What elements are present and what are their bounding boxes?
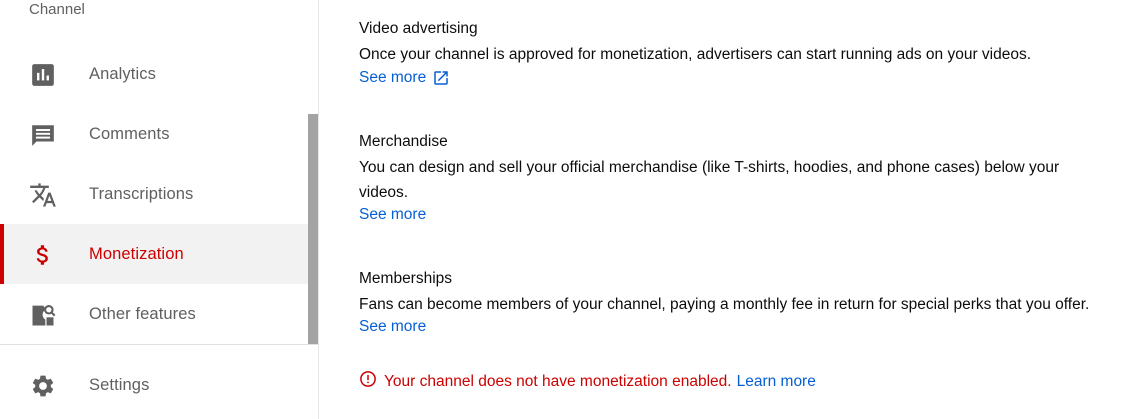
sidebar-item-comments[interactable]: Comments: [0, 104, 308, 164]
sidebar-item-other-features[interactable]: Other features: [0, 284, 308, 344]
active-indicator: [0, 224, 4, 284]
sidebar-item-label: Monetization: [89, 244, 184, 263]
dollar-icon: [29, 241, 57, 269]
section-description: Fans can become members of your channel,…: [359, 296, 1090, 313]
other-features-icon: [29, 301, 57, 329]
sidebar-item-settings[interactable]: Settings: [0, 355, 308, 415]
section-title: Video advertising: [359, 20, 478, 37]
section-title: Merchandise: [359, 133, 448, 150]
sidebar-item-transcriptions[interactable]: Transcriptions: [0, 164, 308, 224]
info-icon: [359, 370, 377, 393]
video-advertising-section: Video advertising Once your channel is a…: [359, 19, 1119, 88]
see-more-link[interactable]: See more: [359, 317, 426, 337]
sidebar-item-label: Transcriptions: [89, 184, 194, 203]
sidebar-item-analytics[interactable]: Analytics: [0, 44, 308, 104]
divider: [0, 344, 318, 345]
sidebar-item-label: Comments: [89, 124, 170, 143]
sidebar-item-label: Analytics: [89, 64, 156, 83]
merchandise-section: Merchandise You can design and sell your…: [359, 132, 1119, 225]
monetization-warning: Your channel does not have monetization …: [359, 370, 816, 393]
learn-more-link[interactable]: Learn more: [737, 373, 816, 391]
memberships-section: Memberships Fans can become members of y…: [359, 269, 1119, 337]
sidebar-scrollbar[interactable]: [308, 114, 318, 344]
see-more-link[interactable]: See more: [359, 205, 426, 225]
comment-icon: [29, 121, 57, 149]
sidebar-item-label: Settings: [89, 375, 150, 394]
sidebar-border: [318, 0, 319, 419]
gear-icon: [29, 372, 57, 400]
translate-icon: [29, 181, 57, 209]
warning-text: Your channel does not have monetization …: [384, 372, 732, 390]
section-title: Memberships: [359, 270, 453, 287]
section-description: Once your channel is approved for moneti…: [359, 46, 1032, 63]
see-more-label: See more: [359, 69, 427, 86]
analytics-icon: [29, 61, 57, 89]
section-description: You can design and sell your official me…: [359, 159, 1060, 201]
see-more-link[interactable]: See more: [359, 68, 450, 88]
sidebar-item-label: Other features: [89, 304, 196, 323]
sidebar-item-monetization[interactable]: Monetization: [0, 224, 308, 284]
external-link-icon: [432, 69, 450, 87]
sidebar: Channel Analytics Comments Transcription…: [0, 0, 318, 419]
sidebar-section-header: Channel: [29, 1, 85, 18]
